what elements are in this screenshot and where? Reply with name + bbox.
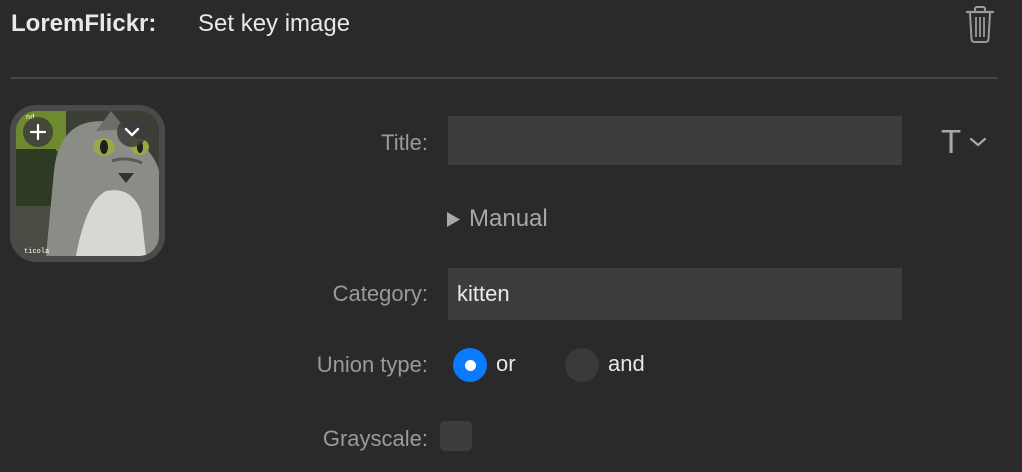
action-name: Set key image [198,10,351,37]
category-field[interactable] [448,268,902,320]
title-label: Title: [381,130,428,155]
header-divider [11,77,998,79]
app-name: LoremFlickr: [11,10,157,37]
key-image-thumbnail[interactable]: nd ticola [10,105,165,262]
grayscale-checkbox[interactable] [440,421,472,451]
grayscale-label: Grayscale: [322,426,428,451]
plus-icon [29,123,47,141]
title-field[interactable] [448,116,902,165]
union-and-radio[interactable] [565,348,599,382]
radio-selected-dot [464,359,476,371]
union-or-radio[interactable] [453,348,487,382]
add-image-button[interactable] [23,117,53,147]
text-format-menu[interactable]: T [941,123,999,160]
category-label: Category: [332,281,428,306]
disclosure-triangle-icon [447,211,460,227]
chevron-down-icon [970,137,987,147]
union-and-label[interactable]: and [608,351,645,377]
union-or-label[interactable]: or [496,351,516,377]
manual-label: Manual [469,205,548,232]
action-header: LoremFlickr: Set key image [0,0,1022,79]
trash-icon[interactable] [964,6,996,44]
union-type-label: Union type: [316,352,428,377]
manual-disclosure[interactable]: Manual [446,205,548,233]
text-format-icon: T [941,123,962,160]
image-caption-bottom: ticola [24,248,49,256]
